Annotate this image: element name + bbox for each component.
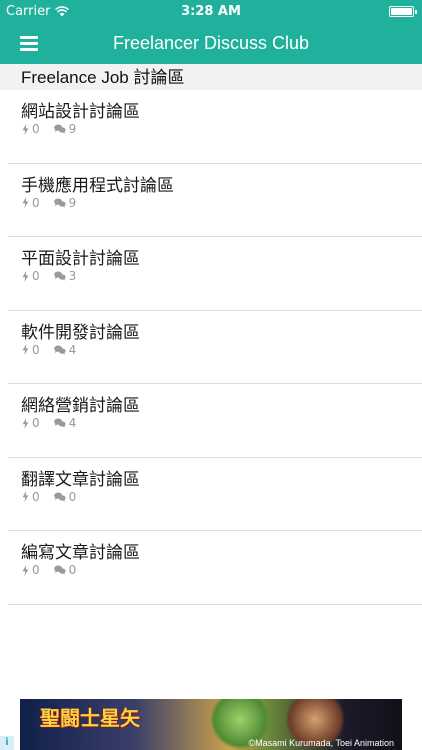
likes-count: 0	[32, 269, 40, 283]
comments-count: 4	[68, 342, 77, 357]
comments-count: 0	[68, 489, 77, 504]
comments-icon	[53, 271, 66, 281]
comments-icon	[53, 565, 66, 575]
list-item[interactable]: 編寫文章討論區 0 0	[0, 531, 422, 605]
forum-name: 網絡營銷討論區	[21, 396, 140, 415]
likes-group: 0	[22, 269, 40, 283]
status-bar: Carrier 3:28 AM	[0, 0, 422, 24]
section-header: Freelance Job 討論區	[0, 64, 422, 90]
comments-icon	[53, 345, 66, 355]
likes-count: 0	[32, 342, 40, 357]
likes-group: 0	[22, 122, 40, 136]
nav-bar: Freelancer Discuss Club	[0, 24, 422, 64]
forum-name: 手機應用程式討論區	[21, 175, 174, 195]
forum-stats: 0 9	[22, 122, 76, 136]
forum-name: 平面設計討論區	[21, 249, 140, 268]
comments-group: 3	[53, 269, 77, 283]
ad-info-icon[interactable]: i	[0, 736, 14, 750]
forum-name: 編寫文章討論區	[21, 543, 140, 562]
likes-group: 0	[22, 563, 40, 577]
likes-group: 0	[22, 490, 40, 504]
list-item[interactable]: 網絡營銷討論區 0 4	[0, 384, 422, 458]
likes-count: 0	[32, 195, 40, 210]
comments-group: 9	[53, 195, 77, 210]
forum-name: 軟件開發討論區	[21, 322, 140, 342]
bolt-icon	[22, 344, 29, 355]
likes-count: 0	[32, 416, 40, 430]
forum-stats: 0 4	[22, 343, 76, 357]
comments-icon	[53, 418, 66, 428]
battery-icon	[389, 6, 417, 17]
likes-group: 0	[22, 343, 40, 357]
ad-logo: 聖闘士星矢	[40, 706, 140, 730]
forum-name: 網站設計討論區	[21, 102, 140, 121]
comments-group: 0	[53, 489, 77, 504]
list-item[interactable]: 平面設計討論區 0 3	[0, 237, 422, 311]
bolt-icon	[22, 417, 29, 429]
comments-count: 9	[68, 195, 77, 210]
forum-stats: 0 9	[22, 196, 76, 210]
forum-stats: 0 3	[22, 269, 76, 283]
likes-count: 0	[32, 122, 40, 136]
comments-icon	[53, 198, 66, 208]
forum-stats: 0 4	[22, 416, 76, 430]
forum-stats: 0 0	[22, 490, 76, 504]
likes-count: 0	[32, 563, 40, 577]
comments-group: 9	[53, 122, 77, 136]
divider	[8, 603, 422, 605]
list-item[interactable]: 翻譯文章討論區 0 0	[0, 458, 422, 531]
forum-stats: 0 0	[22, 563, 76, 577]
comments-group: 0	[53, 563, 77, 577]
ad-image[interactable]: 聖闘士星矢 ©Masami Kurumada, Toei Animation	[20, 699, 402, 750]
bolt-icon	[22, 564, 29, 576]
forum-name: 翻譯文章討論區	[21, 469, 140, 489]
comments-count: 4	[68, 416, 77, 430]
bolt-icon	[22, 270, 29, 282]
ad-banner[interactable]: 聖闘士星矢 ©Masami Kurumada, Toei Animation i	[0, 699, 422, 750]
bolt-icon	[22, 123, 29, 135]
comments-count: 0	[68, 563, 77, 577]
ad-credit: ©Masami Kurumada, Toei Animation	[248, 738, 394, 748]
nav-title: Freelancer Discuss Club	[112, 33, 310, 53]
bolt-icon	[22, 491, 29, 502]
status-time: 3:28 AM	[181, 4, 241, 19]
list-item[interactable]: 手機應用程式討論區 0 9	[0, 164, 422, 237]
comments-icon	[53, 124, 66, 134]
likes-group: 0	[22, 196, 40, 210]
likes-group: 0	[22, 416, 40, 430]
likes-count: 0	[32, 489, 40, 504]
list-item[interactable]: 網站設計討論區 0 9	[0, 90, 422, 164]
list-item[interactable]: 軟件開發討論區 0 4	[0, 311, 422, 384]
comments-group: 4	[53, 416, 77, 430]
comments-count: 9	[68, 122, 77, 136]
comments-group: 4	[53, 342, 77, 357]
bolt-icon	[22, 197, 29, 208]
forum-list: 網站設計討論區 0 9 手機應用程式討論區 0 9 平面設計討論區 0 3 軟件…	[0, 90, 422, 605]
comments-count: 3	[68, 269, 77, 283]
comments-icon	[53, 492, 66, 502]
